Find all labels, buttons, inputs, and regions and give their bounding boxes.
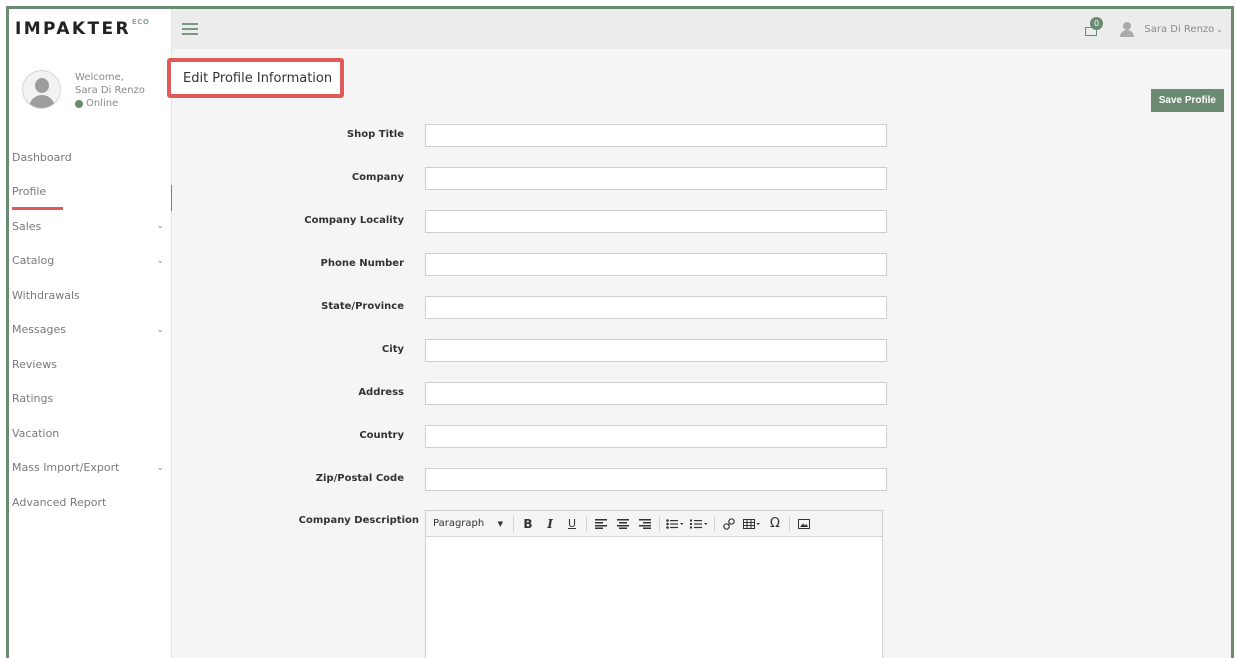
country-input[interactable] <box>425 425 887 448</box>
chevron-down-icon: ⌄ <box>156 221 164 232</box>
sidebar: IMPAKTER ECO Welcome, Sara Di Renzo Onli… <box>9 9 174 658</box>
field-label: Zip/Postal Code <box>315 473 404 484</box>
form-row-company: Company <box>172 167 892 190</box>
field-label: Phone Number <box>320 258 404 269</box>
link-icon[interactable] <box>721 514 737 534</box>
welcome-text: Welcome, <box>75 72 124 83</box>
numbered-list-icon[interactable] <box>690 514 708 534</box>
field-label: Shop Title <box>346 129 404 140</box>
field-label: Address <box>358 387 404 398</box>
bullet-list-icon[interactable] <box>666 514 684 534</box>
sidebar-item-label: Mass Import/Export <box>12 461 120 475</box>
chevron-down-icon: ⌄ <box>156 462 164 473</box>
editor-content-area[interactable] <box>426 537 882 658</box>
app-window: IMPAKTER ECO Welcome, Sara Di Renzo Onli… <box>6 6 1234 658</box>
field-label: Company Locality <box>304 215 404 226</box>
company-locality-input[interactable] <box>425 210 887 233</box>
field-label: State/Province <box>321 301 404 312</box>
page-title: Edit Profile Information <box>167 58 344 98</box>
avatar <box>22 70 61 109</box>
brand-logo[interactable]: IMPAKTER ECO <box>9 9 171 49</box>
editor-toolbar: Paragraph ▼ B I U Ω <box>426 511 882 537</box>
bold-icon[interactable]: B <box>520 514 536 534</box>
brand-superscript: ECO <box>131 18 150 26</box>
align-center-icon[interactable] <box>615 514 631 534</box>
sidebar-nav: Dashboard Profile Sales ⌄ Catalog ⌄ Withdr… <box>9 140 174 520</box>
underline-icon[interactable]: U <box>564 514 580 534</box>
form-row-zip-postal-code: Zip/Postal Code <box>172 468 892 491</box>
top-bar: 0 Sara Di Renzo ⌄ <box>172 9 1231 49</box>
sidebar-item-label: Dashboard <box>12 150 72 164</box>
italic-icon[interactable]: I <box>542 514 558 534</box>
field-label: Country <box>359 430 404 441</box>
sidebar-item-label: Messages <box>12 323 66 337</box>
brand-name: IMPAKTER <box>15 19 131 39</box>
chevron-down-icon: ⌄ <box>1216 24 1223 34</box>
sidebar-item-sales[interactable]: Sales ⌄ <box>9 209 172 244</box>
company-description-label: Company Description <box>298 515 419 526</box>
sidebar-item-label: Advanced Report <box>12 495 107 509</box>
align-right-icon[interactable] <box>637 514 653 534</box>
sidebar-item-ratings[interactable]: Ratings <box>9 382 172 417</box>
zip-postal-code-input[interactable] <box>425 468 887 491</box>
messages-button[interactable]: 0 <box>1085 17 1103 37</box>
online-dot-icon <box>75 99 83 108</box>
field-label: City <box>381 344 404 355</box>
user-name: Sara Di Renzo <box>75 85 145 96</box>
field-label: Company <box>351 172 404 183</box>
menu-toggle-icon[interactable] <box>182 23 198 35</box>
sidebar-item-catalog[interactable]: Catalog ⌄ <box>9 244 172 279</box>
special-character-icon[interactable]: Ω <box>767 514 783 534</box>
phone-number-input[interactable] <box>425 253 887 276</box>
sidebar-item-dashboard[interactable]: Dashboard <box>9 140 172 175</box>
format-select-label: Paragraph <box>433 518 485 529</box>
format-select[interactable]: Paragraph ▼ <box>433 514 507 534</box>
sidebar-item-label: Vacation <box>12 426 60 440</box>
state-province-input[interactable] <box>425 296 887 319</box>
form-row-address: Address <box>172 382 892 405</box>
sidebar-item-label: Profile <box>12 185 47 199</box>
sidebar-item-vacation[interactable]: Vacation <box>9 416 172 451</box>
sidebar-item-advanced-report[interactable]: Advanced Report <box>9 485 172 520</box>
save-profile-button[interactable]: Save Profile <box>1150 89 1224 112</box>
sidebar-item-withdrawals[interactable]: Withdrawals <box>9 278 172 313</box>
sidebar-item-label: Sales <box>12 219 42 233</box>
caret-down-icon: ▼ <box>497 519 503 528</box>
sidebar-item-label: Withdrawals <box>12 288 80 302</box>
main-content: Edit Profile Information Save Profile Sh… <box>167 49 1231 658</box>
form-row-country: Country <box>172 425 892 448</box>
align-left-icon[interactable] <box>593 514 609 534</box>
company-input[interactable] <box>425 167 887 190</box>
user-menu-name: Sara Di Renzo <box>1144 23 1215 35</box>
status-text: Online <box>86 98 119 109</box>
chevron-down-icon: ⌄ <box>156 255 164 266</box>
form-row-city: City <box>172 339 892 362</box>
form-row-state-province: State/Province <box>172 296 892 319</box>
sidebar-item-profile[interactable]: Profile <box>9 175 174 211</box>
sidebar-item-label: Ratings <box>12 392 54 406</box>
sidebar-item-reviews[interactable]: Reviews <box>9 347 172 382</box>
user-panel: Welcome, Sara Di Renzo Online <box>9 49 171 129</box>
user-icon <box>1120 21 1135 37</box>
city-input[interactable] <box>425 339 887 362</box>
sidebar-item-mass-import-export[interactable]: Mass Import/Export ⌄ <box>9 451 172 486</box>
notification-badge: 0 <box>1090 17 1103 30</box>
shop-title-input[interactable] <box>425 124 887 147</box>
form-row-shop-title: Shop Title <box>172 124 892 147</box>
image-icon[interactable] <box>796 514 812 534</box>
sidebar-item-label: Catalog <box>12 254 55 268</box>
form-row-phone-number: Phone Number <box>172 253 892 276</box>
sidebar-item-messages[interactable]: Messages ⌄ <box>9 313 172 348</box>
form-row-company-locality: Company Locality <box>172 210 892 233</box>
chevron-down-icon: ⌄ <box>156 324 164 335</box>
user-menu[interactable]: Sara Di Renzo ⌄ <box>1120 21 1223 37</box>
sidebar-item-label: Reviews <box>12 357 57 371</box>
company-description-editor: Paragraph ▼ B I U Ω <box>425 510 883 658</box>
status-indicator: Online <box>75 97 145 110</box>
table-icon[interactable] <box>743 514 761 534</box>
address-input[interactable] <box>425 382 887 405</box>
